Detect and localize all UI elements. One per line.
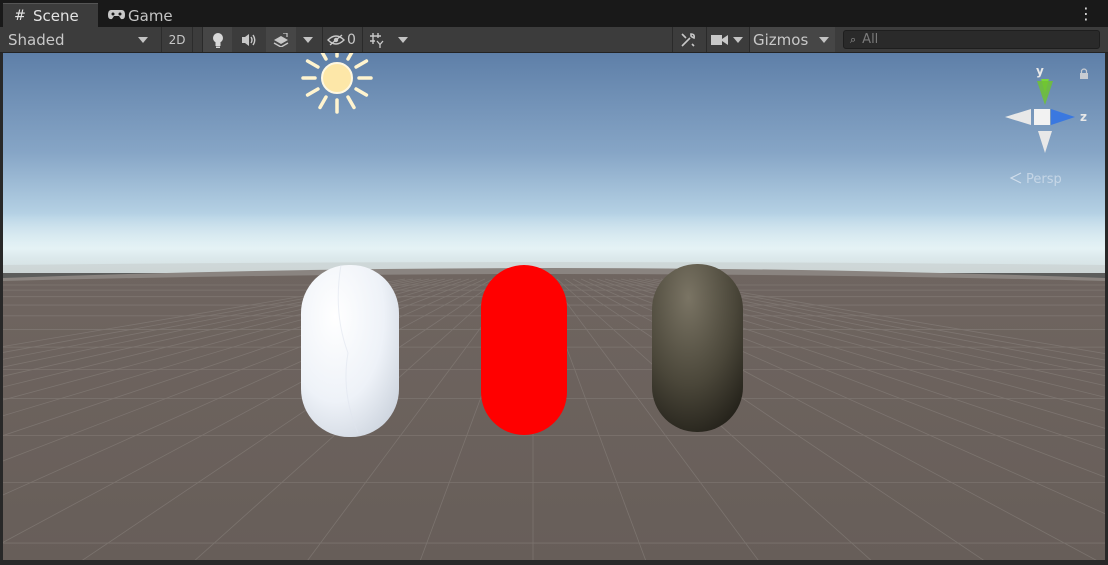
gizmos-dropdown[interactable]: Gizmos: [749, 27, 835, 52]
tab-bar: # Scene Game ⋮: [0, 0, 1108, 28]
projection-label: Persp: [1026, 172, 1062, 187]
camera-settings-dropdown[interactable]: [706, 27, 746, 52]
gizmo-center-cube[interactable]: [1034, 109, 1050, 125]
tab-scene-label: Scene: [33, 7, 79, 25]
scene-view-window: # Scene Game ⋮ Shaded 2D 0 Gizmos ⌕ All …: [0, 0, 1108, 565]
effects-dropdown-button[interactable]: [298, 27, 318, 52]
scene-viewport[interactable]: y z Persp: [3, 53, 1105, 560]
axis-z-label: z: [1080, 110, 1087, 124]
gamepad-icon: [108, 8, 125, 24]
tab-game[interactable]: Game: [104, 3, 194, 28]
grid-toggle-button[interactable]: [362, 27, 390, 52]
audio-toggle-button[interactable]: [234, 27, 264, 52]
grid-dropdown-button[interactable]: [392, 27, 414, 52]
capsule-red[interactable]: [481, 265, 567, 435]
chevron-down-icon: [732, 36, 743, 43]
more-options-icon[interactable]: ⋮: [1078, 4, 1094, 24]
scene-visibility-toggle[interactable]: 0: [322, 27, 360, 52]
effects-toggle-button[interactable]: [266, 27, 296, 52]
grid-hash-icon: #: [14, 8, 26, 24]
capsule-dark[interactable]: [652, 264, 743, 432]
chevron-down-icon: [819, 36, 829, 43]
capsule-white[interactable]: [301, 264, 399, 437]
eye-slash-icon: [327, 33, 346, 46]
shading-mode-dropdown[interactable]: Shaded: [0, 27, 156, 52]
scene-search-field[interactable]: ⌕: [843, 30, 1100, 49]
gizmos-label: Gizmos: [753, 30, 809, 49]
lightbulb-icon: [212, 32, 223, 48]
chevron-down-icon: [138, 36, 148, 43]
chevron-down-icon: [303, 36, 313, 43]
hidden-object-count: 0: [347, 31, 356, 48]
scene-render[interactable]: y z Persp: [3, 53, 1105, 560]
scene-tools-button[interactable]: [672, 27, 702, 52]
tab-scene[interactable]: # Scene: [3, 3, 98, 28]
search-input[interactable]: [862, 32, 1083, 47]
video-camera-icon: [710, 34, 728, 45]
toggle-2d-label: 2D: [168, 32, 186, 47]
tab-game-label: Game: [128, 6, 173, 25]
tools-icon: [680, 32, 695, 47]
speaker-icon: [242, 33, 256, 46]
axis-y-label: y: [1036, 64, 1044, 78]
toggle-2d-button[interactable]: 2D: [161, 27, 193, 52]
lighting-toggle-button[interactable]: [202, 27, 232, 52]
shading-mode-label: Shaded: [8, 30, 65, 49]
layers-effects-icon: [273, 32, 289, 47]
chevron-down-icon: [398, 36, 408, 43]
grid-snap-icon: [369, 32, 383, 48]
search-icon: ⌕: [850, 32, 857, 46]
